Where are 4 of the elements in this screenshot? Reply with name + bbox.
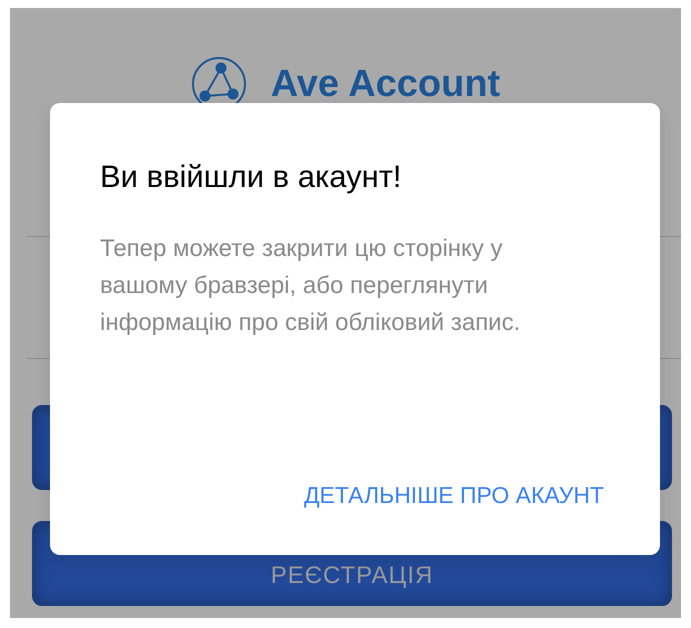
dialog-title: Ви ввійшли в акаунт! xyxy=(100,158,403,196)
account-details-link[interactable]: ДЕТАЛЬНІШЕ ПРО АКАУНТ xyxy=(304,478,604,512)
dialog-message: Тепер можете закрити цю сторінку у вашому бравзері, або переглянути інформацію про свій обліковий запис. xyxy=(100,234,522,338)
app-title: Ave Account xyxy=(270,65,500,103)
